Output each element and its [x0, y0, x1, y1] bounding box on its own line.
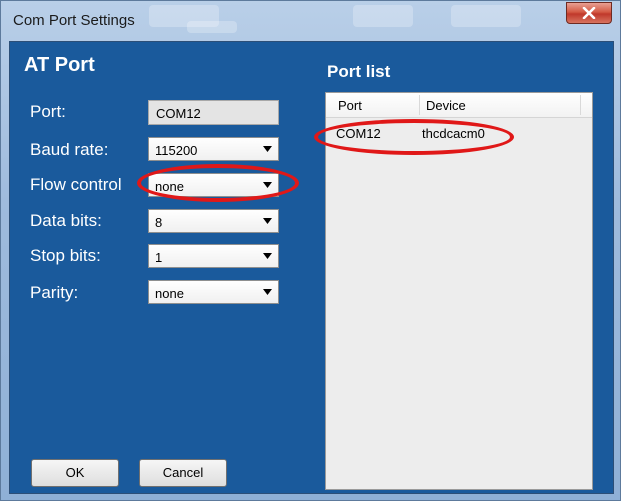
column-divider[interactable] [580, 95, 581, 115]
com-port-settings-window: Com Port Settings AT Port Port: COM12 Ba… [0, 0, 621, 501]
baud-rate-value: 115200 [155, 143, 198, 158]
baud-rate-dropdown[interactable]: 115200 [148, 137, 279, 161]
stop-bits-dropdown[interactable]: 1 [148, 244, 279, 268]
chevron-down-icon [263, 289, 272, 295]
baud-rate-label: Baud rate: [30, 140, 109, 159]
chevron-down-icon [263, 253, 272, 259]
chevron-down-icon [263, 146, 272, 152]
cancel-button[interactable]: Cancel [139, 459, 227, 487]
titlebar-blur-area-4 [451, 5, 521, 27]
annotation-ellipse-flow-control [137, 164, 299, 202]
data-bits-value: 8 [155, 215, 163, 230]
port-label: Port: [30, 102, 66, 121]
stop-bits-value: 1 [155, 250, 163, 265]
window-title: Com Port Settings [13, 12, 135, 29]
dialog-body: AT Port Port: COM12 Baud rate: 115200 Fl… [9, 41, 614, 494]
port-list-title: Port list [327, 62, 391, 81]
parity-value: none [155, 286, 184, 301]
column-header-port[interactable]: Port [338, 98, 362, 113]
chevron-down-icon [263, 218, 272, 224]
data-bits-label: Data bits: [30, 211, 102, 230]
port-field: COM12 [148, 100, 279, 125]
title-bar[interactable]: Com Port Settings [1, 1, 620, 41]
close-icon [582, 7, 596, 19]
port-list-header: Port Device [326, 93, 592, 118]
parity-dropdown[interactable]: none [148, 280, 279, 304]
close-button[interactable] [566, 2, 612, 24]
flow-control-label: Flow control [30, 175, 122, 194]
titlebar-blur-area-2 [187, 21, 237, 33]
parity-label: Parity: [30, 283, 79, 302]
port-value: COM12 [156, 106, 201, 121]
titlebar-blur-area-3 [353, 5, 413, 27]
annotation-ellipse-port-row [314, 119, 514, 155]
data-bits-dropdown[interactable]: 8 [148, 209, 279, 233]
at-port-title: AT Port [24, 54, 95, 76]
column-header-device[interactable]: Device [426, 98, 466, 113]
stop-bits-label: Stop bits: [30, 246, 101, 265]
column-divider[interactable] [419, 95, 420, 115]
ok-button[interactable]: OK [31, 459, 119, 487]
